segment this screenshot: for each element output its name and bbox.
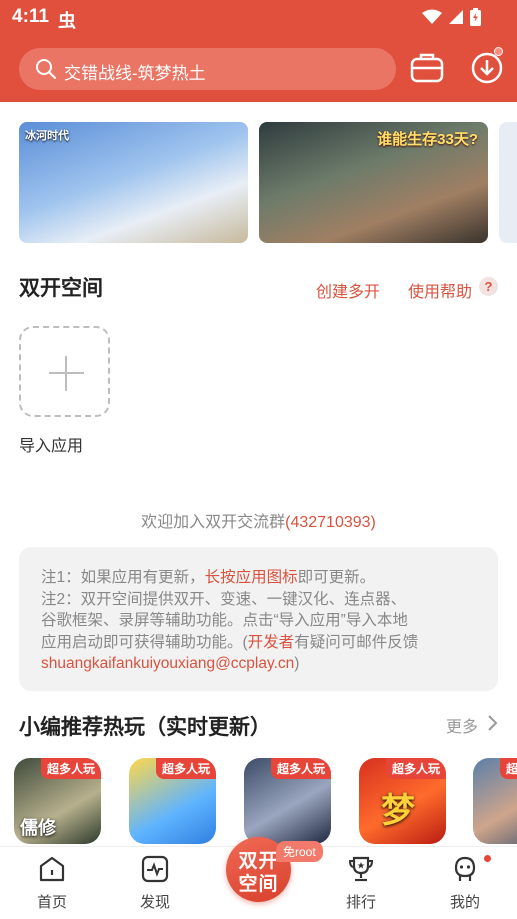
note-line-1: 注1：如果应用有更新，长按应用图标即可更新。 <box>41 567 482 589</box>
game-icon[interactable]: 超多人玩 <box>244 758 331 844</box>
wifi-icon <box>422 9 442 24</box>
notes-box: 注1：如果应用有更新，长按应用图标即可更新。 注2：双开空间提供双开、变速、一键… <box>19 547 498 691</box>
mine-badge-dot <box>484 855 491 862</box>
welcome-group-text[interactable]: 欢迎加入双开交流群(432710393) <box>0 508 517 532</box>
dual-space-title: 双开空间 <box>19 277 103 300</box>
download-badge-dot <box>494 47 503 56</box>
nav-rank[interactable]: 排行 <box>326 855 396 912</box>
search-input[interactable]: 交错战线-筑梦热土 <box>64 59 206 84</box>
root-free-badge: 免root <box>276 841 323 862</box>
signal-icon <box>449 10 463 24</box>
hot-tag: 超多人玩 <box>385 758 446 779</box>
banner-logo: 冰河时代 <box>25 130 69 142</box>
search-icon <box>36 59 56 79</box>
banner-next[interactable] <box>499 122 517 243</box>
hot-tag: 超多人玩 <box>155 758 216 779</box>
chevron-right-icon[interactable] <box>486 713 500 733</box>
create-multi-link[interactable]: 创建多开 <box>316 278 380 302</box>
help-link[interactable]: 使用帮助 <box>408 278 472 302</box>
note-line-3: 谷歌框架、录屏等辅助功能。点击“导入应用”导入本地 <box>41 612 408 629</box>
game-icon[interactable]: 超多人玩 <box>473 758 517 844</box>
note-line-2: 注2：双开空间提供双开、变速、一键汉化、连点器、 <box>41 590 407 608</box>
note-text: 注1：如果应用有更新， <box>41 569 205 586</box>
recommend-games-row: 超多人玩 儒修 超多人玩 超多人玩 超多人玩 梦 超多人玩 <box>0 758 517 846</box>
developer-highlight: 开发者 <box>247 633 295 651</box>
center-button-line2: 空间 <box>238 874 279 895</box>
nav-mine[interactable]: 我的 <box>430 855 500 912</box>
recommend-title: 小编推荐热玩（实时更新） <box>19 716 271 739</box>
trophy-icon <box>348 856 374 882</box>
more-link[interactable]: 更多 <box>446 713 478 737</box>
note-text: 应用启动即可获得辅助功能。( <box>41 633 248 651</box>
game-icon[interactable]: 超多人玩 儒修 <box>14 758 101 844</box>
nav-discover[interactable]: 发现 <box>120 855 190 912</box>
help-question-icon[interactable]: ? <box>479 277 498 296</box>
nav-discover-label: 发现 <box>139 894 170 911</box>
note-line-5: shuangkaifankuiyouxiang@ccplay.cn) <box>41 653 482 675</box>
game-icon[interactable]: 超多人玩 梦 <box>359 758 446 844</box>
game-art-text: 梦 <box>381 792 415 830</box>
note-text: ) <box>294 655 300 672</box>
game-icon[interactable]: 超多人玩 <box>129 758 216 844</box>
hot-tag: 超多人玩 <box>40 758 101 779</box>
import-app-button[interactable] <box>19 326 110 417</box>
app-notification-icon: 虫 <box>58 11 76 31</box>
banner-ice-age[interactable]: 冰河时代 <box>19 122 248 243</box>
nav-home-label: 首页 <box>36 894 67 911</box>
banner-carousel[interactable]: 冰河时代 谁能生存33天? <box>0 122 517 244</box>
feedback-email[interactable]: shuangkaifankuiyouxiang@ccplay.cn <box>41 655 294 672</box>
status-bar: 4:11 虫 <box>0 0 517 36</box>
profile-icon <box>454 856 476 881</box>
import-app-label[interactable]: 导入应用 <box>19 432 83 456</box>
toolbox-icon[interactable] <box>410 52 444 84</box>
status-time: 4:11 <box>12 6 49 27</box>
top-header: 4:11 虫 交错战线-筑梦热土 <box>0 0 517 102</box>
note-text: 有疑问可邮件反馈 <box>294 633 419 651</box>
welcome-text: 欢迎加入双开交流群 <box>141 514 286 531</box>
note-line-4: 应用启动即可获得辅助功能。(开发者有疑问可邮件反馈 <box>41 632 482 654</box>
game-art-text: 儒修 <box>20 818 56 838</box>
note-text: 即可更新。 <box>297 569 376 586</box>
nav-rank-label: 排行 <box>345 894 376 911</box>
hot-tag: 超多人玩 <box>270 758 331 779</box>
nav-mine-label: 我的 <box>449 894 480 911</box>
plus-icon-vertical <box>65 356 67 391</box>
hot-tag: 超多人玩 <box>499 758 517 779</box>
battery-icon <box>470 8 481 26</box>
home-icon <box>39 856 65 882</box>
banner-survival[interactable]: 谁能生存33天? <box>259 122 488 243</box>
discover-icon <box>141 855 169 883</box>
qq-group-number[interactable]: (432710393) <box>285 514 376 531</box>
system-icons <box>422 8 481 26</box>
note-highlight: 长按应用图标 <box>204 569 298 586</box>
banner-title: 谁能生存33天? <box>377 131 478 148</box>
search-bar[interactable]: 交错战线-筑梦热土 <box>19 48 396 90</box>
nav-home[interactable]: 首页 <box>17 855 87 912</box>
